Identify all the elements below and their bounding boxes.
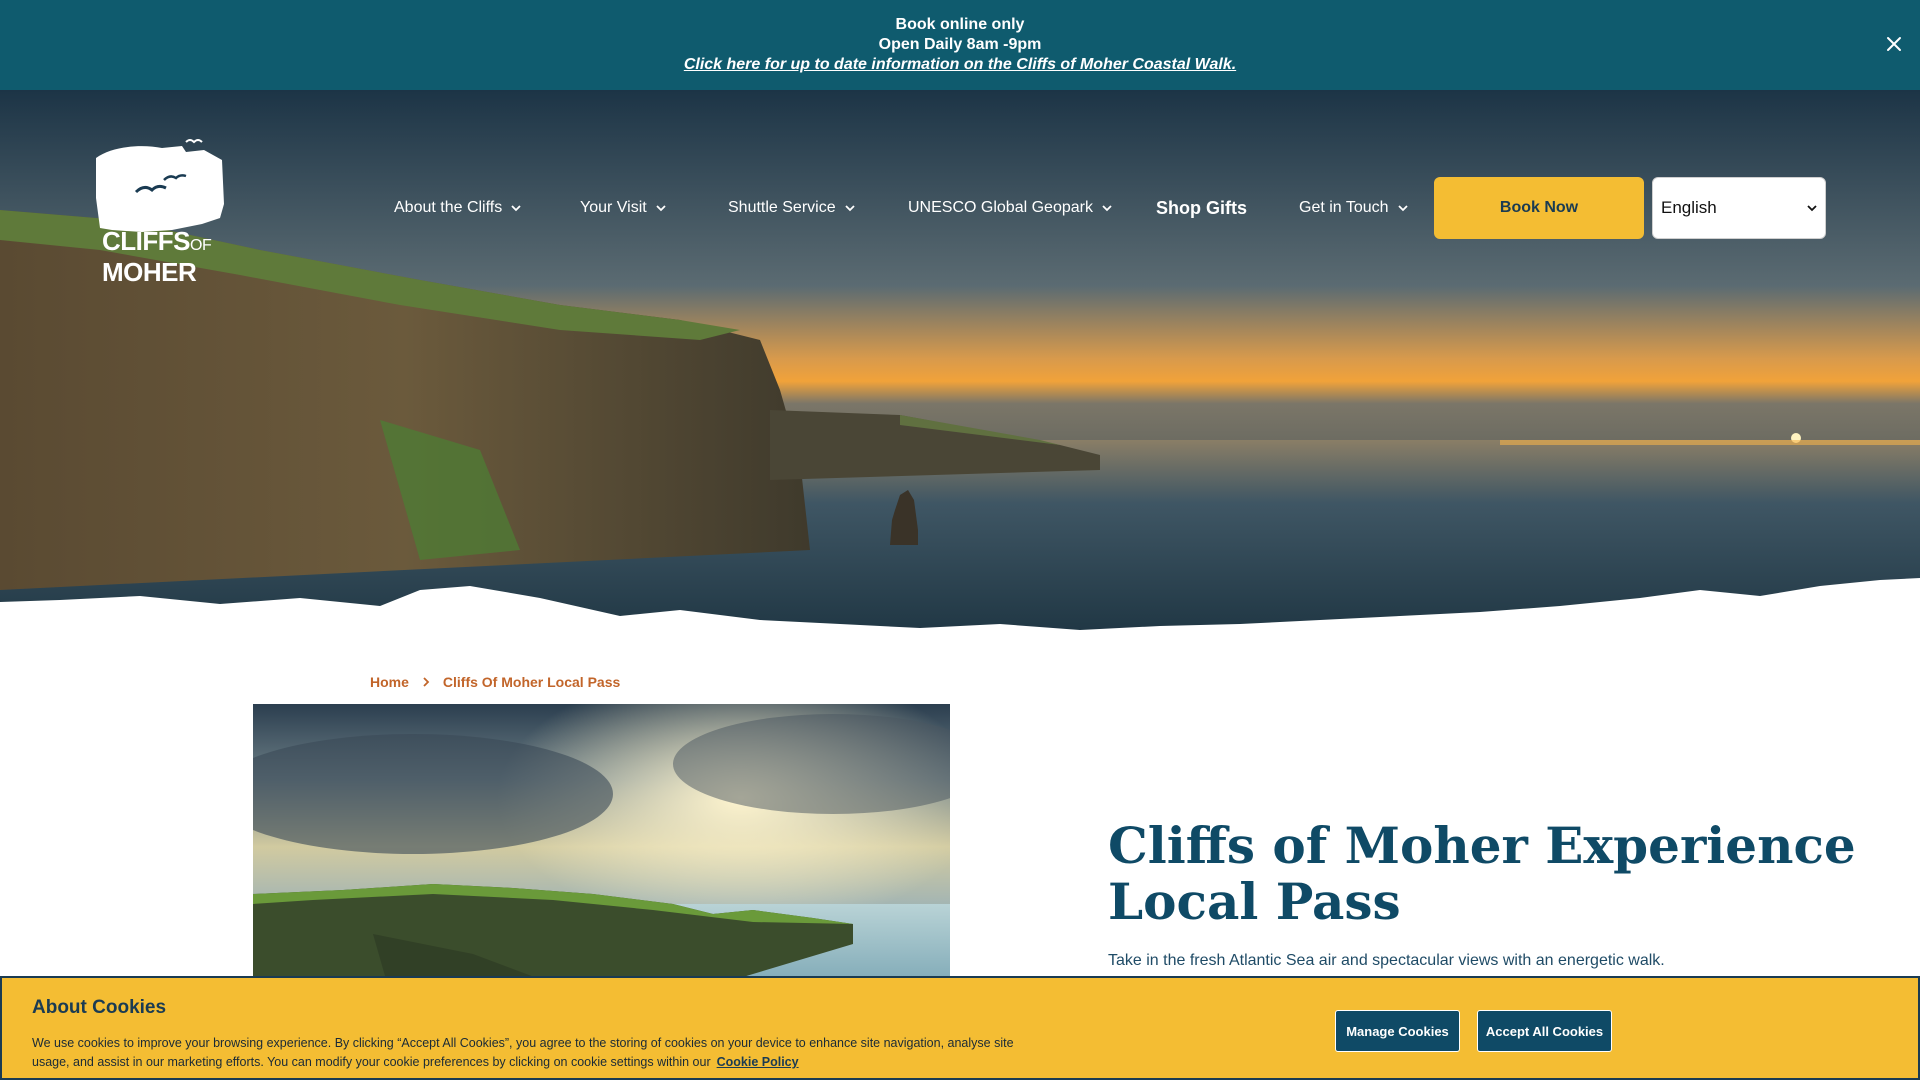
nav-shuttle-service[interactable]: Shuttle Service — [728, 196, 856, 220]
close-icon[interactable] — [1884, 34, 1904, 54]
chevron-down-icon — [1102, 205, 1112, 212]
logo-wordmark[interactable]: CLIFFSOF MOHER — [102, 226, 212, 287]
chevron-down-icon — [1807, 205, 1817, 212]
chevron-down-icon — [656, 205, 666, 212]
breadcrumb-home-link[interactable]: Home — [370, 674, 409, 690]
cookie-policy-link[interactable]: Cookie Policy — [717, 1055, 799, 1069]
cookie-title: About Cookies — [32, 997, 167, 1018]
nav-shop-gifts[interactable]: Shop Gifts — [1156, 196, 1247, 220]
nav-label: Your Visit — [580, 199, 647, 216]
cookie-body: We use cookies to improve your browsing … — [32, 1036, 1014, 1069]
nav-unesco-global-geopark[interactable]: UNESCO Global Geopark — [908, 196, 1113, 220]
chevron-right-icon — [423, 677, 430, 687]
chevron-down-icon — [1397, 205, 1408, 212]
page-title: Cliffs of Moher Experience Local Pass — [1108, 816, 1856, 931]
hero-landscape — [0, 90, 1920, 650]
book-now-button[interactable]: Book Now — [1434, 177, 1644, 239]
nav-get-in-touch[interactable]: Get in Touch — [1299, 196, 1409, 220]
logo-word-moher: MOHER — [102, 257, 197, 287]
page-lead: Take in the fresh Atlantic Sea air and s… — [1108, 952, 1665, 969]
chevron-down-icon — [511, 205, 521, 212]
nav-about-the-cliffs[interactable]: About the Cliffs — [394, 196, 522, 220]
cookie-text: We use cookies to improve your browsing … — [32, 1034, 1042, 1072]
accept-all-cookies-button[interactable]: Accept All Cookies — [1477, 1010, 1612, 1052]
nav-label: Shuttle Service — [728, 199, 836, 216]
nav-label: About the Cliffs — [394, 199, 503, 216]
cookie-banner: About Cookies We use cookies to improve … — [0, 976, 1920, 1080]
manage-cookies-button[interactable]: Manage Cookies — [1335, 1010, 1460, 1052]
breadcrumb-current: Cliffs Of Moher Local Pass — [442, 674, 621, 690]
hero-image — [0, 90, 1920, 650]
breadcrumb: Home Cliffs Of Moher Local Pass — [370, 674, 620, 690]
nav-your-visit[interactable]: Your Visit — [580, 196, 667, 220]
announcement-bar: Book online only Open Daily 8am -9pm Cli… — [0, 0, 1920, 90]
language-select[interactable]: English — [1652, 177, 1826, 239]
announcement-coastal-walk-link[interactable]: Click here for up to date information on… — [0, 55, 1920, 75]
nav-label: UNESCO Global Geopark — [908, 199, 1093, 216]
logo-word-of: OF — [190, 237, 212, 254]
chevron-down-icon — [844, 205, 855, 212]
language-selected-value: English — [1661, 198, 1717, 217]
logo-word-cliffs: CLIFFS — [102, 226, 191, 256]
announcement-line-booking: Book online only — [895, 16, 1025, 33]
announcement-line-hours: Open Daily 8am -9pm — [878, 36, 1042, 53]
nav-label: Get in Touch — [1299, 199, 1389, 216]
